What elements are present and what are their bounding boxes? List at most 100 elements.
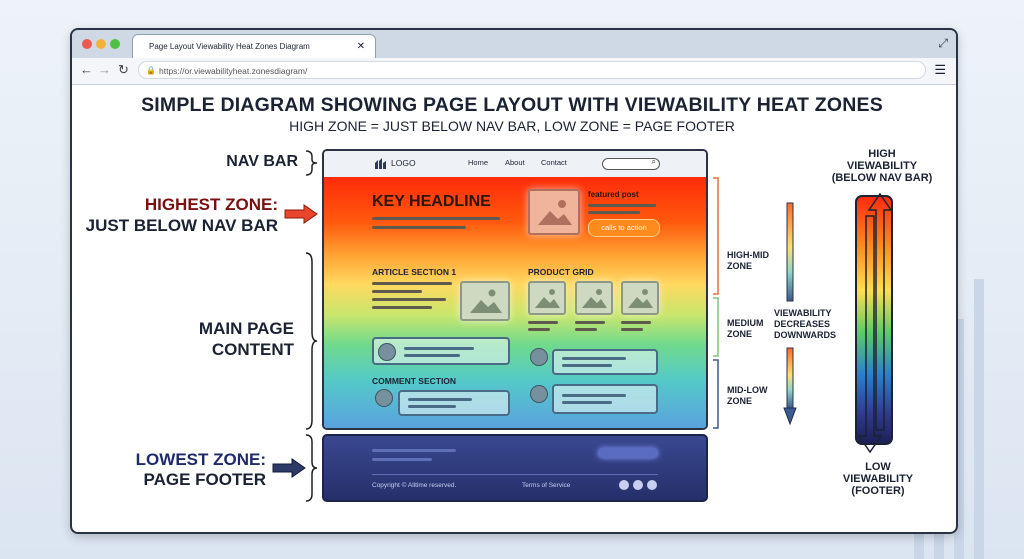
avatar xyxy=(375,389,393,407)
url-text: https://or.viewabilityheat.zonesdiagram/ xyxy=(159,66,308,76)
viewability-scale-bar xyxy=(855,192,893,454)
facebook-icon[interactable] xyxy=(619,480,629,490)
footer-button[interactable] xyxy=(598,448,658,458)
comment-line xyxy=(404,354,460,357)
highest-zone-label-2: JUST BELOW NAV BAR xyxy=(85,216,278,235)
decrease-note-3: DOWNWARDS xyxy=(774,330,836,340)
main-content-brace xyxy=(305,252,318,430)
cta-label: calls to action xyxy=(601,223,647,232)
tab-bar: Page Layout Viewability Heat Zones Diagr… xyxy=(72,30,956,58)
comment-line xyxy=(408,398,472,401)
avatar xyxy=(378,343,396,361)
cta-button[interactable]: calls to action xyxy=(588,219,660,237)
product-line xyxy=(528,321,558,324)
nav-bar-label: NAV BAR xyxy=(226,153,298,170)
footer-divider xyxy=(372,474,658,475)
scale-low-1: LOW xyxy=(865,461,891,473)
avatar xyxy=(530,348,548,366)
lowest-zone-label-1: LOWEST ZONE: xyxy=(135,450,266,469)
address-bar-row: ← → ↻ 🔒 https://or.viewabilityheat.zones… xyxy=(72,58,956,85)
highest-zone-label-1: HIGHEST ZONE: xyxy=(144,195,278,214)
url-field[interactable]: 🔒 https://or.viewabilityheat.zonesdiagra… xyxy=(138,61,926,79)
comment-card xyxy=(372,337,510,365)
comment-card xyxy=(398,390,510,416)
search-icon: ⌕ xyxy=(651,157,656,166)
comment-card xyxy=(552,349,658,375)
heat-gradient: KEY HEADLINE featured post calls to acti… xyxy=(324,177,706,428)
lowest-zone-label-2: PAGE FOOTER xyxy=(143,470,266,489)
expand-icon[interactable]: ⤢ xyxy=(938,36,948,51)
footer-terms[interactable]: Terms of Service xyxy=(522,482,570,489)
zone-medium-1: MEDIUM xyxy=(727,318,764,328)
product-line xyxy=(621,321,651,324)
product-line xyxy=(575,321,605,324)
menu-icon[interactable]: ☰ xyxy=(934,62,946,78)
instagram-icon[interactable] xyxy=(647,480,657,490)
featured-line xyxy=(588,204,656,207)
scale-low-3: (FOOTER) xyxy=(851,485,905,497)
comment-card xyxy=(552,384,658,414)
article-line xyxy=(372,282,452,285)
avatar xyxy=(530,385,548,403)
comment-line xyxy=(404,347,474,350)
zone-high-mid-2: ZONE xyxy=(727,261,753,271)
article-line xyxy=(372,290,422,293)
nav-link-contact[interactable]: Contact xyxy=(541,158,567,167)
scale-high-3: (BELOW NAV BAR) xyxy=(831,172,933,184)
main-content-label-2: CONTENT xyxy=(211,340,294,359)
comment-line xyxy=(408,405,456,408)
product-image-icon xyxy=(528,281,566,315)
forward-icon[interactable]: → xyxy=(98,62,111,77)
product-image-icon xyxy=(621,281,659,315)
mock-footer: Copyright © Alltime reserved. Terms of S… xyxy=(322,434,708,502)
comment-section-label: COMMENT SECTION xyxy=(372,376,457,386)
diagram-title: SIMPLE DIAGRAM SHOWING PAGE LAYOUT WITH … xyxy=(141,94,883,116)
mock-nav-bar: LOGO Home About Contact ⌕ xyxy=(324,151,706,178)
maximize-dot-icon[interactable] xyxy=(110,39,120,49)
comment-line xyxy=(562,394,626,397)
zone-brackets xyxy=(713,177,719,429)
back-icon[interactable]: ← xyxy=(80,62,93,77)
product-line xyxy=(621,328,643,331)
tab-title: Page Layout Viewability Heat Zones Diagr… xyxy=(149,42,310,51)
main-content-label-1: MAIN PAGE xyxy=(198,319,294,338)
article-image-icon xyxy=(460,281,510,321)
headline-line xyxy=(372,217,500,220)
product-line xyxy=(528,328,550,331)
nav-link-about[interactable]: About xyxy=(505,158,525,167)
zone-mid-low-1: MID-LOW xyxy=(727,385,768,395)
product-image-icon xyxy=(575,281,613,315)
highest-zone-arrow xyxy=(284,204,318,224)
scale-high-1: HIGH xyxy=(868,148,896,160)
mock-search-field[interactable]: ⌕ xyxy=(602,157,660,170)
product-line xyxy=(575,328,597,331)
lock-icon: 🔒 xyxy=(146,66,156,75)
mock-page: LOGO Home About Contact ⌕ KEY HEADLINE f… xyxy=(322,149,708,430)
article-section-label: ARTICLE SECTION 1 xyxy=(372,267,457,277)
diagram-subtitle: HIGH ZONE = JUST BELOW NAV BAR, LOW ZONE… xyxy=(289,118,735,134)
decrease-note-2: DECREASES xyxy=(774,319,831,329)
comment-line xyxy=(562,357,626,360)
scale-low-2: VIEWABILITY xyxy=(842,473,914,485)
article-line xyxy=(372,306,432,309)
featured-image-icon xyxy=(528,189,580,235)
reload-icon[interactable]: ↻ xyxy=(118,62,129,78)
footer-copyright: Copyright © Alltime reserved. xyxy=(372,482,457,489)
logo-icon xyxy=(375,158,386,169)
footer-line xyxy=(372,458,432,461)
key-headline: KEY HEADLINE xyxy=(372,193,491,210)
browser-tab[interactable]: Page Layout Viewability Heat Zones Diagr… xyxy=(132,34,376,58)
scale-high-2: VIEWABILITY xyxy=(846,160,918,172)
lowest-zone-arrow xyxy=(272,458,306,478)
nav-link-home[interactable]: Home xyxy=(468,158,488,167)
twitter-icon[interactable] xyxy=(633,480,643,490)
tab-close-icon[interactable]: ✕ xyxy=(357,35,365,59)
comment-line xyxy=(562,364,612,367)
product-grid-label: PRODUCT GRID xyxy=(528,267,594,277)
zone-mid-low-2: ZONE xyxy=(727,396,753,406)
close-dot-icon[interactable] xyxy=(82,39,92,49)
zone-medium-2: ZONE xyxy=(727,329,753,339)
logo-text: LOGO xyxy=(391,158,416,168)
minimize-dot-icon[interactable] xyxy=(96,39,106,49)
comment-line xyxy=(562,401,612,404)
